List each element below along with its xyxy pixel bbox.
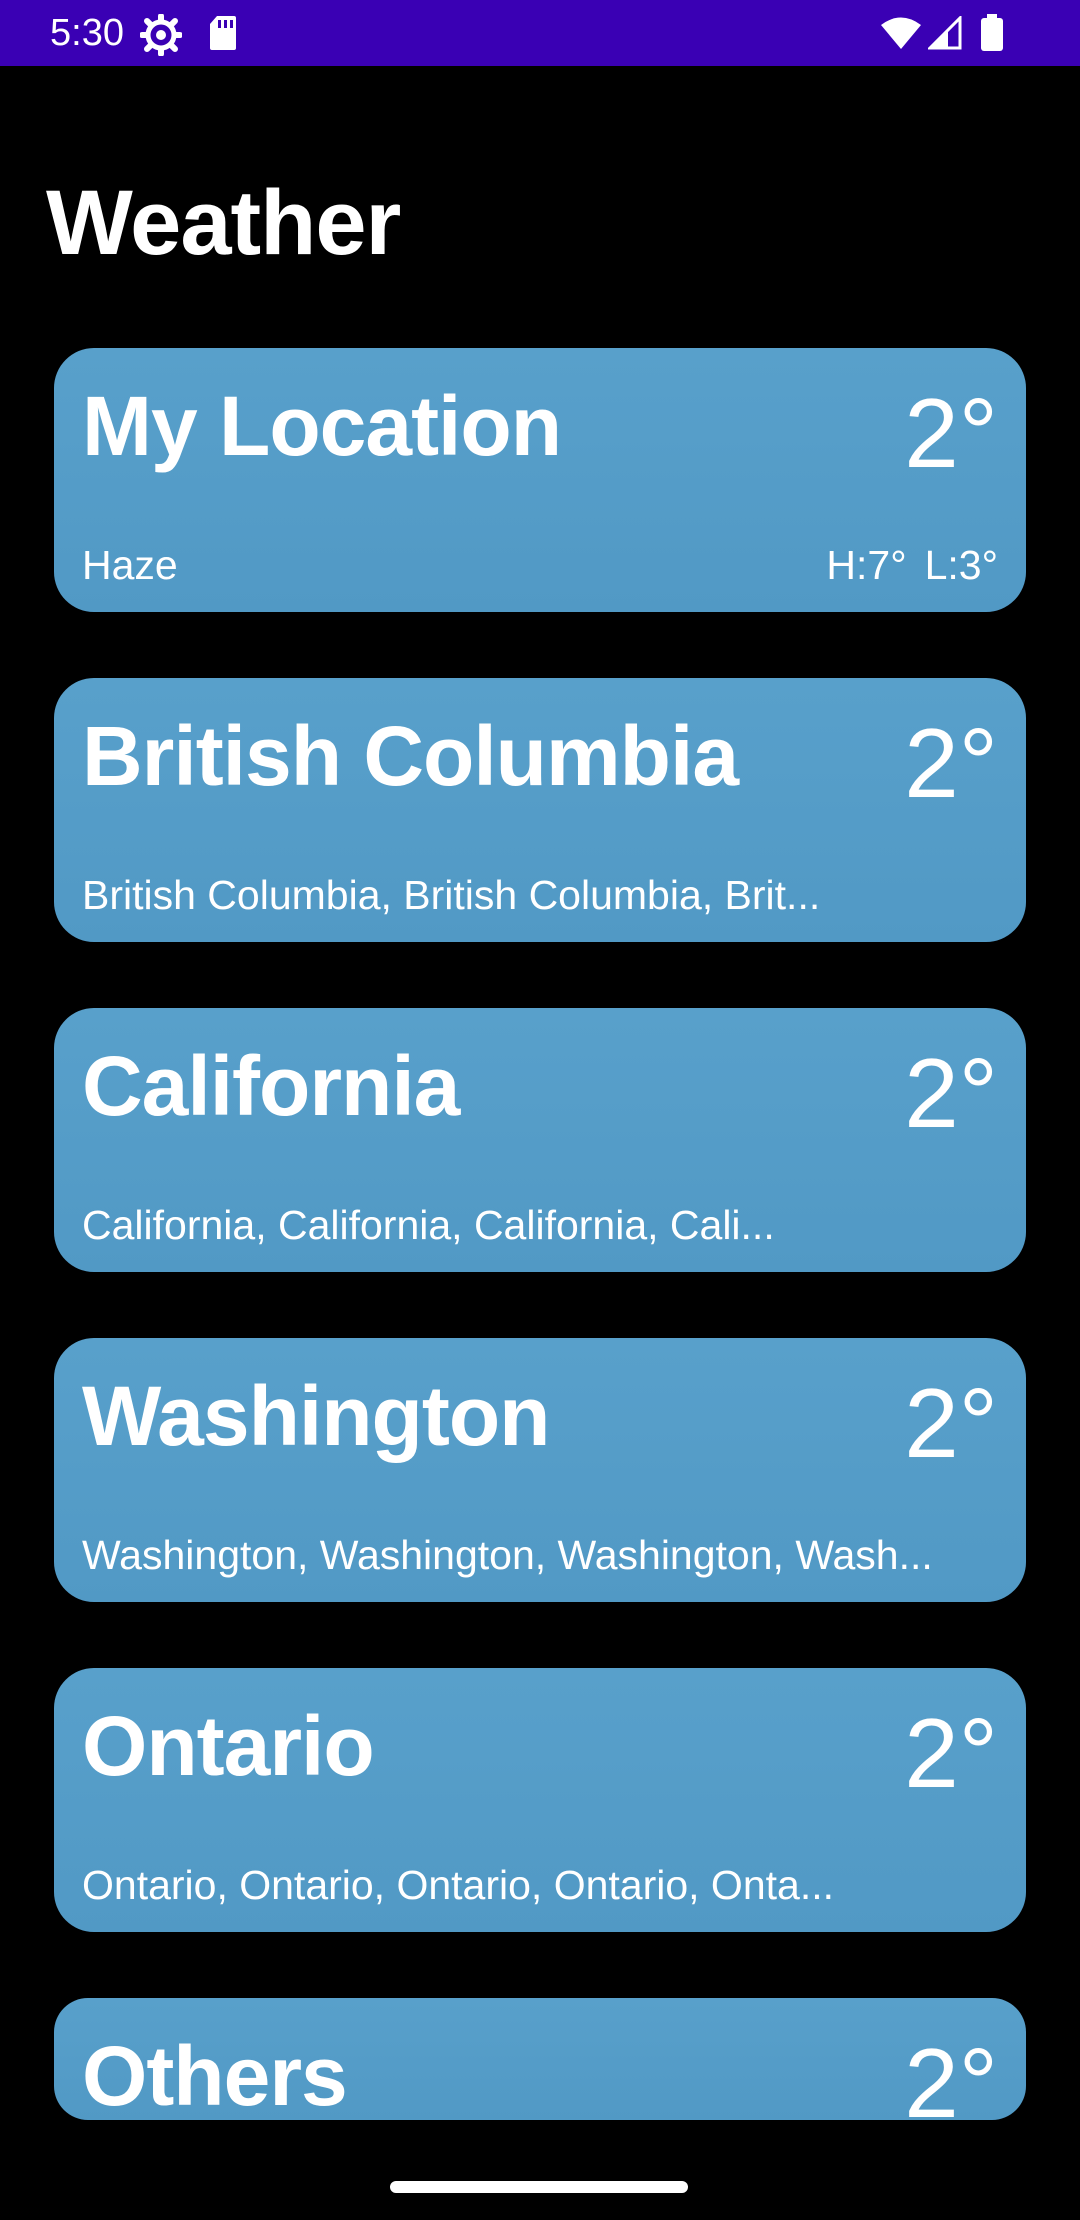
location-card-others[interactable]: Others 2° [54, 1998, 1026, 2120]
location-temperature: 2° [904, 1038, 998, 1148]
location-name: California [82, 1039, 460, 1133]
location-name: British Columbia [82, 709, 739, 803]
high-low-temperature: H:7° L:3° [826, 540, 998, 590]
location-name: Others [82, 2029, 348, 2120]
weather-condition: Haze [82, 542, 178, 588]
locations-list[interactable]: My Location 2° Haze H:7° L:3° British Col… [0, 0, 1080, 2120]
location-temperature: 2° [904, 708, 998, 818]
location-subtitle: California, California, California, Cali… [82, 1202, 775, 1248]
location-card-california[interactable]: California 2° California, California, Ca… [54, 1008, 1026, 1272]
location-subtitle: Washington, Washington, Washington, Wash… [82, 1532, 933, 1578]
low-temperature: L:3° [924, 542, 998, 588]
location-name: Washington [82, 1369, 550, 1463]
location-temperature: 2° [904, 2028, 998, 2120]
location-name: My Location [82, 379, 562, 473]
location-name: Ontario [82, 1699, 375, 1793]
home-indicator[interactable] [390, 2181, 688, 2193]
location-card-british-columbia[interactable]: British Columbia 2° British Columbia, Br… [54, 678, 1026, 942]
location-temperature: 2° [904, 1368, 998, 1478]
high-temperature: H:7° [826, 542, 907, 588]
location-temperature: 2° [904, 378, 998, 488]
location-card-washington[interactable]: Washington 2° Washington, Washington, Wa… [54, 1338, 1026, 1602]
location-card-my-location[interactable]: My Location 2° Haze H:7° L:3° [54, 348, 1026, 612]
location-temperature: 2° [904, 1698, 998, 1808]
location-subtitle: Ontario, Ontario, Ontario, Ontario, Onta… [82, 1862, 834, 1908]
location-subtitle: British Columbia, British Columbia, Brit… [82, 872, 821, 918]
location-card-ontario[interactable]: Ontario 2° Ontario, Ontario, Ontario, On… [54, 1668, 1026, 1932]
